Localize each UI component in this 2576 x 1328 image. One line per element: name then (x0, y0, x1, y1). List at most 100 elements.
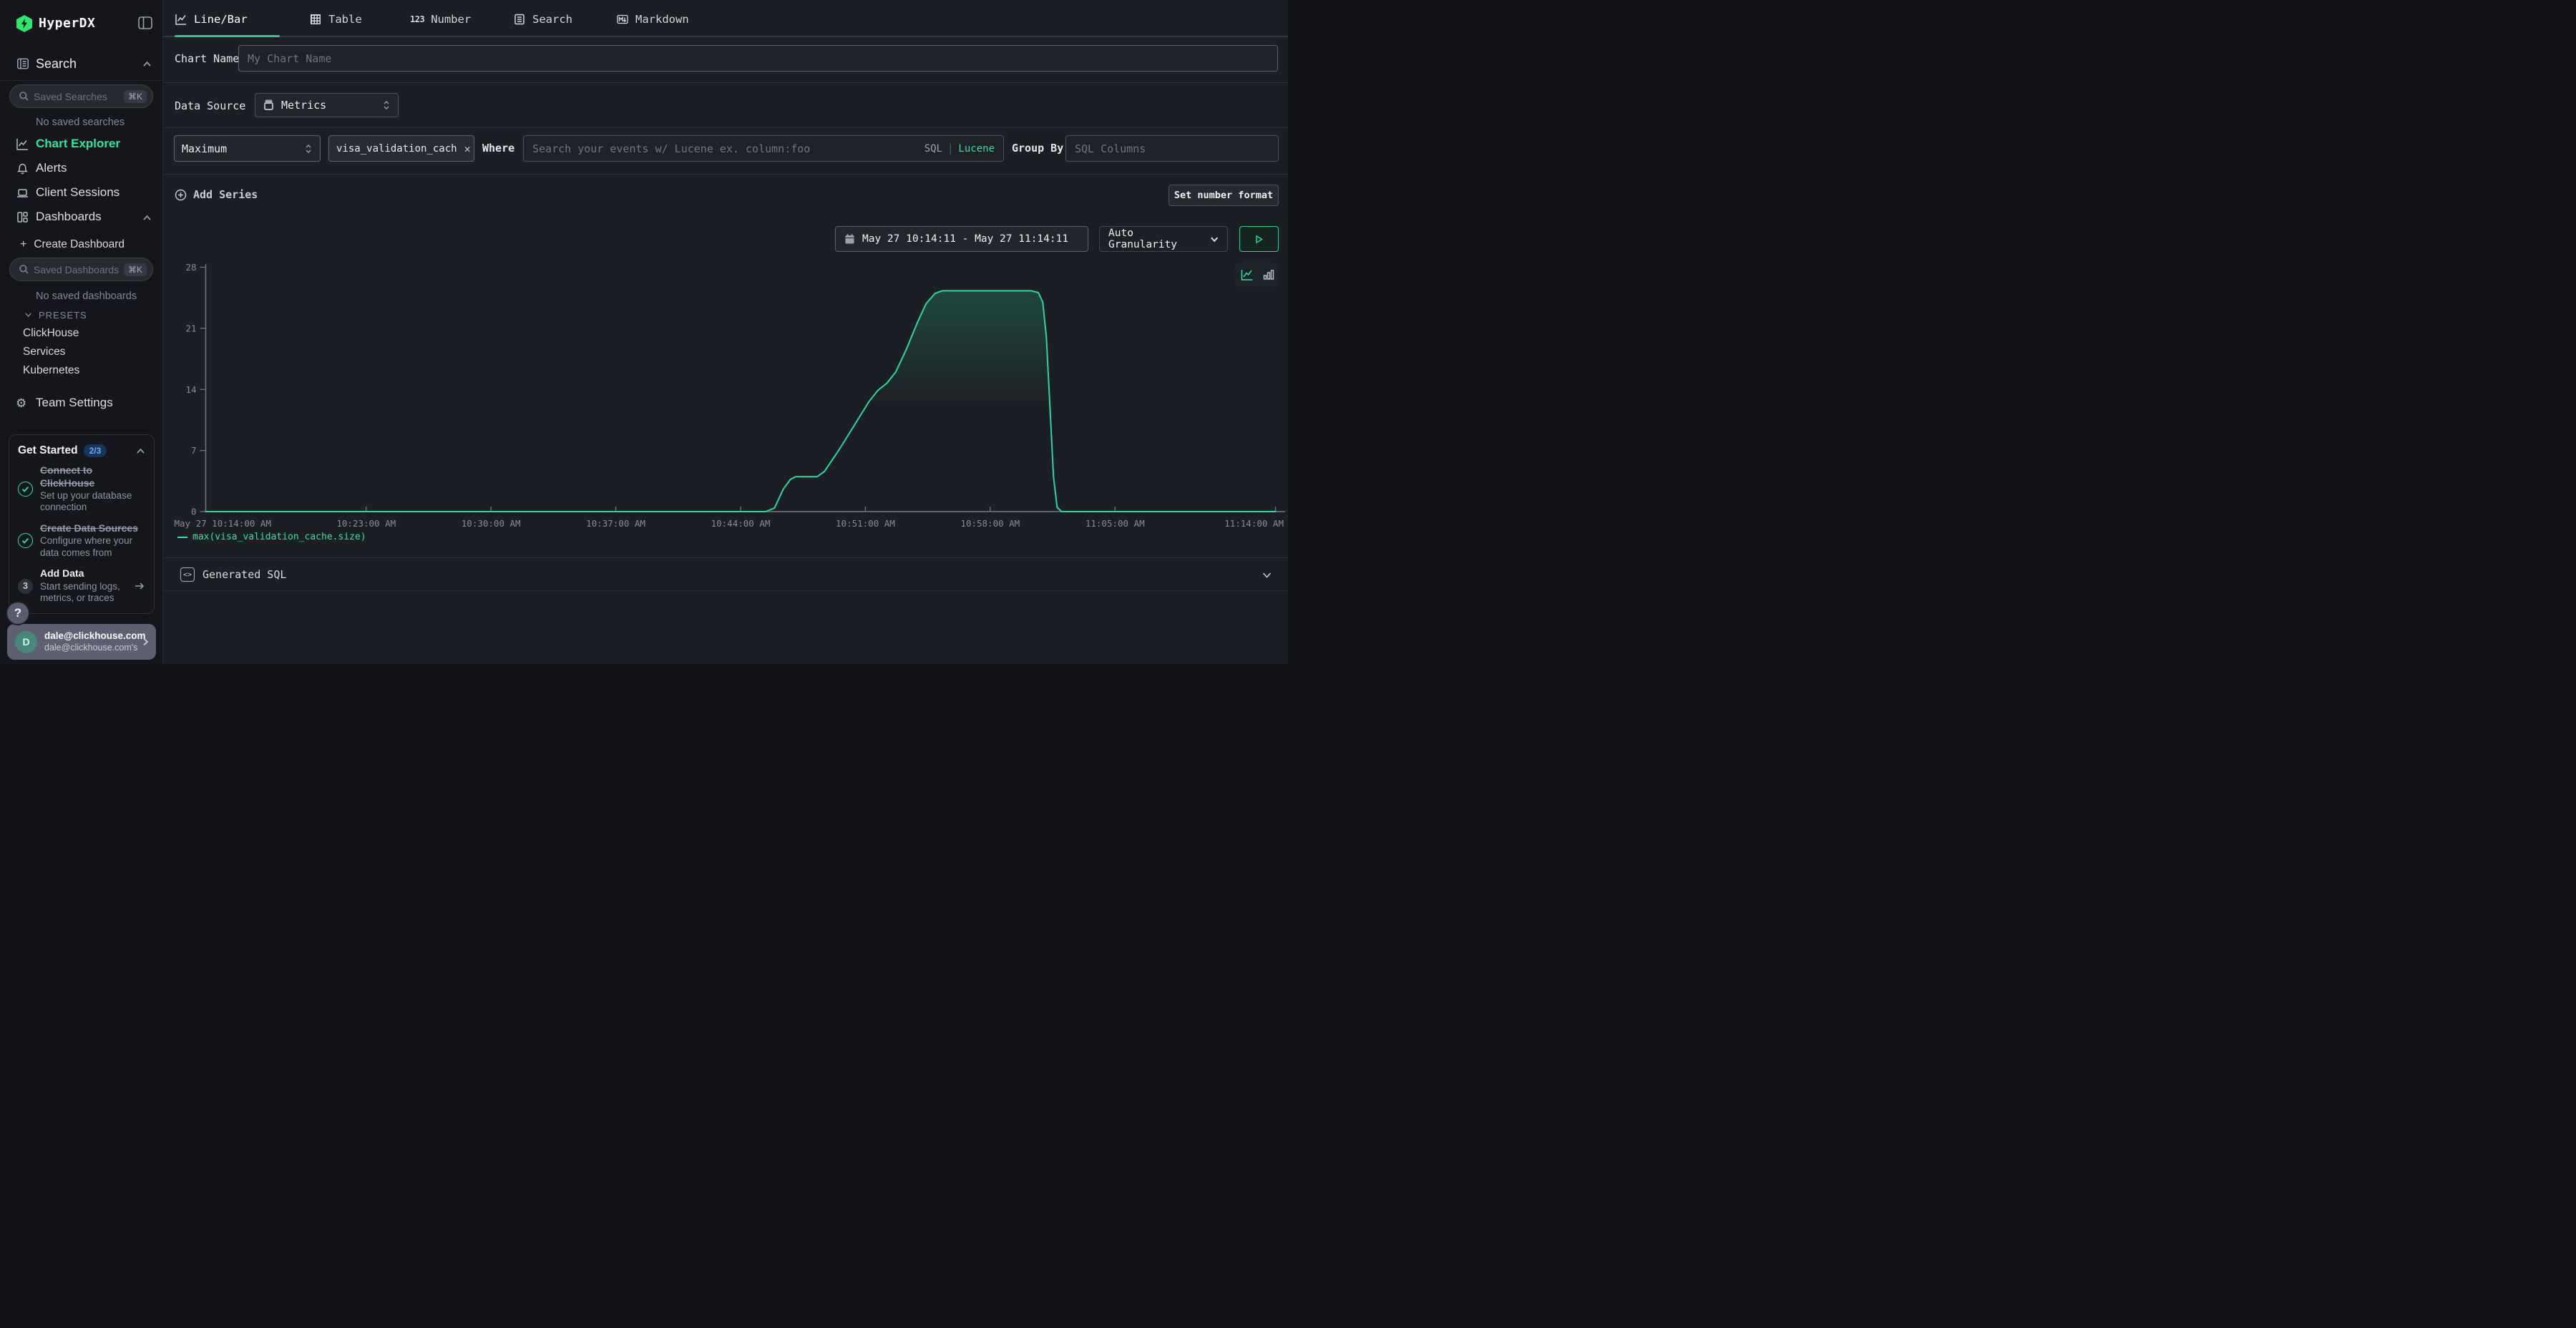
search-section-header[interactable]: Search (0, 56, 163, 76)
query-language-toggle: SQL|Lucene (924, 143, 995, 155)
step-desc: Start sending logs, metrics, or traces (40, 581, 127, 605)
timeseries-chart[interactable]: 07142128May 27 10:14:00 AM10:23:00 AM10:… (172, 256, 1285, 532)
chart-name-input[interactable] (248, 52, 1269, 65)
date-range-picker[interactable]: May 27 10:14:11 - May 27 11:14:11 (835, 226, 1088, 252)
database-icon (263, 99, 275, 112)
chevron-up-icon (142, 59, 152, 69)
set-number-format-button[interactable]: Set number format (1169, 185, 1279, 206)
search-section-label: Search (36, 57, 77, 72)
table-icon (309, 13, 322, 26)
sidebar-collapse-icon[interactable] (137, 15, 153, 31)
preset-clickhouse[interactable]: ClickHouse (23, 327, 79, 340)
step-title: Add Data (40, 567, 127, 580)
tab-search[interactable]: Search (513, 9, 572, 30)
check-circle-icon (18, 533, 33, 548)
step-add-data[interactable]: 3 Add Data Start sending logs, metrics, … (18, 567, 145, 604)
add-series-label: Add Series (193, 188, 258, 201)
tab-number[interactable]: 123 Number (410, 9, 471, 30)
chart-name-label: Chart Name (175, 52, 239, 65)
close-icon[interactable]: ✕ (464, 142, 471, 155)
group-by-label: Group By (1012, 142, 1063, 155)
tab-table[interactable]: Table (309, 9, 362, 30)
view-tabs: Line/Bar Table 123 Number Search (163, 0, 1288, 37)
sql-toggle[interactable]: SQL (924, 143, 942, 155)
saved-searches-input[interactable] (29, 91, 124, 102)
create-dashboard-label: Create Dashboard (34, 238, 125, 250)
svg-text:21: 21 (185, 323, 196, 333)
markdown-icon (616, 13, 629, 26)
get-started-card: Get Started 2/3 Connect to ClickHouse Se… (9, 434, 155, 614)
sidebar-item-client-sessions[interactable]: Client Sessions (0, 185, 163, 203)
chevron-down-icon (1262, 570, 1272, 580)
data-source-label: Data Source (175, 99, 245, 112)
chevron-down-icon (1210, 235, 1219, 244)
tab-line-bar[interactable]: Line/Bar (175, 9, 248, 30)
generated-sql-row[interactable]: <> Generated SQL (163, 562, 1288, 587)
legend-line-swatch (177, 537, 187, 538)
saved-dashboards-search[interactable]: ⌘K (9, 258, 153, 281)
help-button[interactable]: ? (6, 601, 30, 625)
tab-label: Markdown (635, 13, 689, 26)
sidebar-item-team-settings[interactable]: ⚙ Team Settings (0, 395, 163, 414)
step-create-data-sources[interactable]: Create Data Sources Configure where your… (18, 522, 145, 559)
preset-services[interactable]: Services (23, 346, 65, 358)
updown-chevrons-icon (382, 99, 391, 111)
preset-kubernetes[interactable]: Kubernetes (23, 364, 79, 377)
svg-text:11:05:00 AM: 11:05:00 AM (1085, 518, 1145, 529)
sidebar-item-alerts[interactable]: Alerts (0, 160, 163, 179)
presets-label: PRESETS (39, 310, 87, 321)
tab-label: Line/Bar (194, 13, 248, 26)
granularity-select[interactable]: Auto Granularity (1099, 226, 1228, 252)
bell-icon (16, 162, 29, 175)
check-circle-icon (18, 482, 33, 497)
arrow-right-icon (134, 580, 145, 592)
app-title: HyperDX (39, 16, 95, 31)
svg-text:0: 0 (191, 507, 197, 517)
chevron-up-icon[interactable] (136, 446, 145, 456)
avatar: D (15, 631, 37, 653)
presets-toggle[interactable]: PRESETS (24, 310, 87, 321)
code-icon: <> (180, 567, 195, 582)
chevron-down-icon (24, 311, 32, 318)
no-saved-searches-text: No saved searches (36, 117, 125, 128)
sidebar: HyperDX Search ⌘K No saved searches (0, 0, 163, 664)
svg-text:7: 7 (191, 445, 197, 456)
tab-label: Search (532, 13, 572, 26)
run-query-button[interactable] (1239, 226, 1279, 252)
date-range-value: May 27 10:14:11 - May 27 11:14:11 (862, 233, 1068, 245)
sidebar-item-dashboards[interactable]: Dashboards (0, 209, 163, 228)
where-field: SQL|Lucene (523, 135, 1004, 162)
data-source-value: Metrics (281, 99, 326, 112)
svg-text:10:30:00 AM: 10:30:00 AM (462, 518, 521, 529)
svg-text:14: 14 (185, 384, 196, 395)
laptop-icon (16, 186, 29, 200)
data-source-select[interactable]: Metrics (255, 93, 399, 117)
group-by-input[interactable] (1075, 142, 1269, 155)
svg-text:10:37:00 AM: 10:37:00 AM (586, 518, 645, 529)
group-by-field (1065, 135, 1279, 162)
svg-text:10:51:00 AM: 10:51:00 AM (836, 518, 895, 529)
tab-markdown[interactable]: Markdown (616, 9, 689, 30)
step-number-badge: 3 (18, 579, 33, 594)
chart-explorer-icon (16, 137, 29, 151)
get-started-title: Get Started (18, 444, 78, 457)
sidebar-item-label: Dashboards (36, 210, 102, 224)
saved-dashboards-input[interactable] (29, 264, 124, 275)
sidebar-item-chart-explorer[interactable]: Chart Explorer (0, 136, 163, 155)
chart-legend: max(visa_validation_cache.size) (177, 532, 366, 542)
document-list-icon (513, 13, 526, 26)
svg-text:May 27 10:14:00 AM: May 27 10:14:00 AM (175, 518, 271, 529)
where-input[interactable] (532, 142, 924, 155)
step-connect-clickhouse[interactable]: Connect to ClickHouse Set up your databa… (18, 464, 145, 514)
search-icon (19, 91, 29, 102)
add-series-button[interactable]: Add Series (175, 188, 258, 201)
where-label: Where (482, 142, 514, 155)
hyperdx-logo-icon (16, 15, 32, 32)
saved-searches-search[interactable]: ⌘K (9, 84, 153, 108)
create-dashboard-button[interactable]: +Create Dashboard (20, 238, 125, 251)
lucene-toggle[interactable]: Lucene (958, 143, 995, 155)
granularity-value: Auto Granularity (1108, 228, 1203, 250)
metric-tag[interactable]: visa_validation_cach ✕ (328, 135, 474, 162)
aggregation-select[interactable]: Maximum (174, 135, 321, 162)
user-menu[interactable]: D dale@clickhouse.com dale@clickhouse.co… (7, 624, 156, 660)
